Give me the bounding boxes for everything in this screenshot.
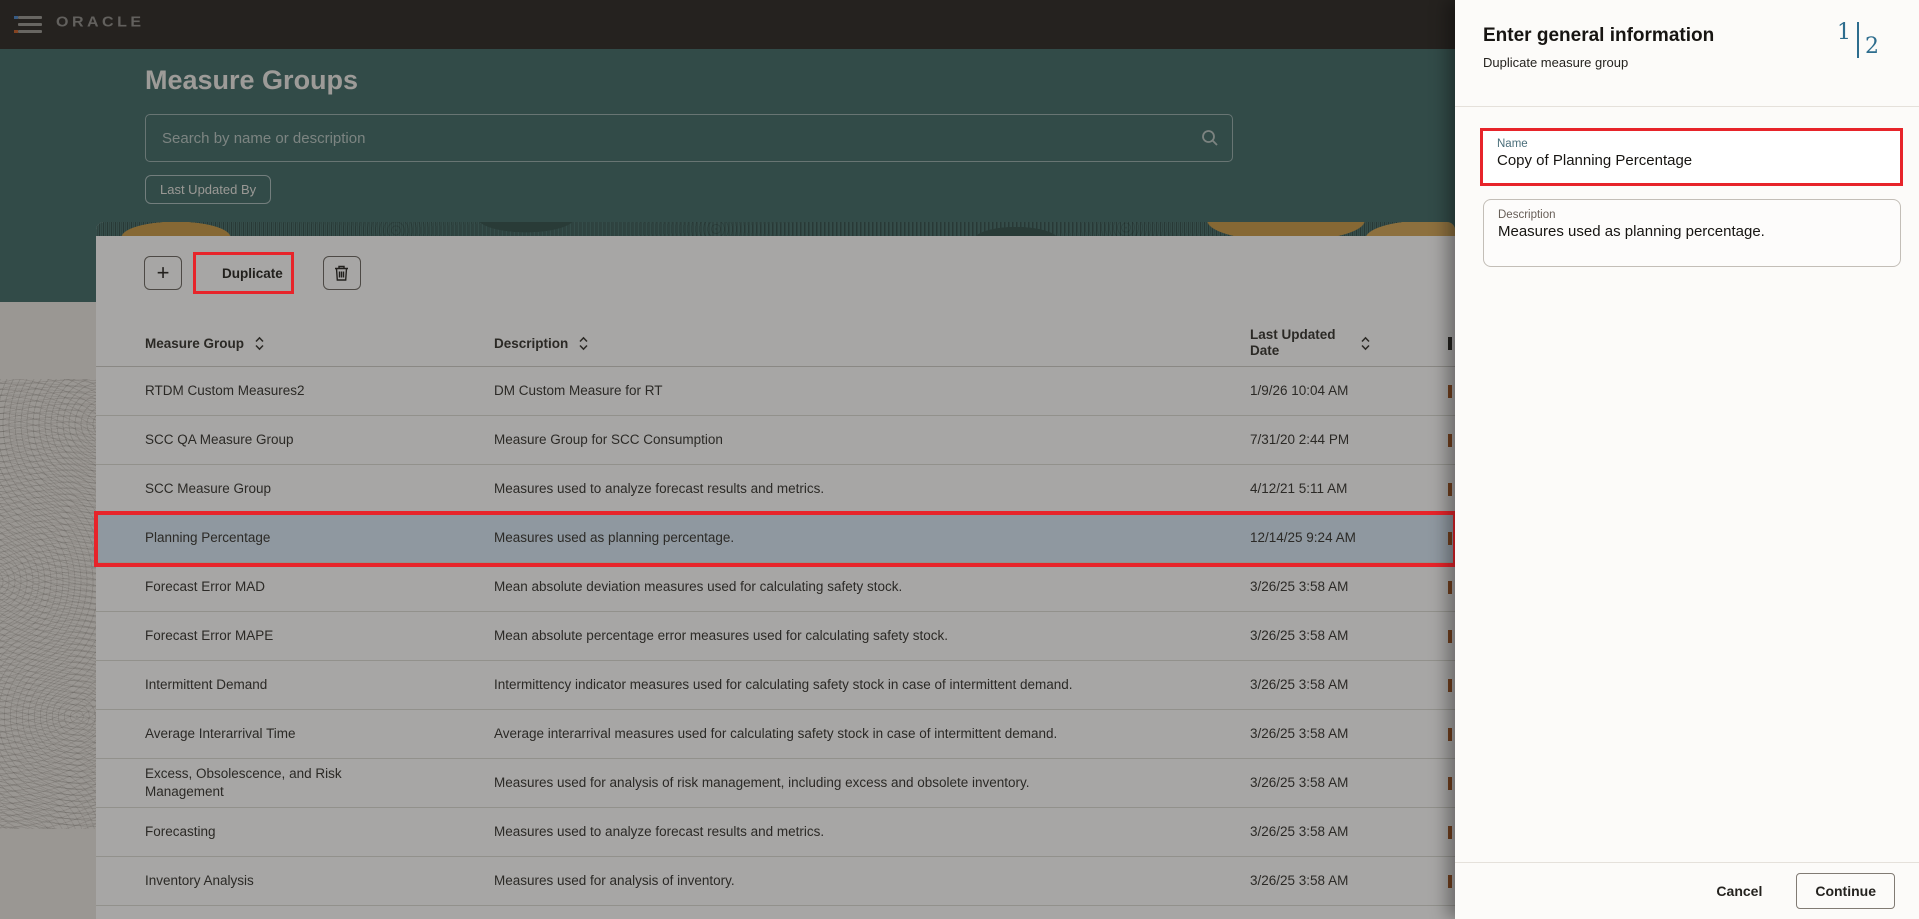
modal-scrim bbox=[0, 0, 1455, 919]
drawer-footer: Cancel Continue bbox=[1455, 862, 1919, 919]
drawer-header: Enter general information Duplicate meas… bbox=[1455, 0, 1919, 107]
drawer-subtitle: Duplicate measure group bbox=[1483, 55, 1629, 70]
step-total: 2 bbox=[1865, 34, 1879, 59]
description-field[interactable]: Description Measures used as planning pe… bbox=[1483, 199, 1901, 267]
step-current: 1 bbox=[1837, 20, 1851, 45]
drawer-title: Enter general information bbox=[1483, 25, 1715, 46]
description-field-label: Description bbox=[1498, 209, 1556, 221]
name-field-value[interactable]: Copy of Planning Percentage bbox=[1497, 152, 1886, 169]
name-field[interactable]: Name Copy of Planning Percentage bbox=[1480, 128, 1903, 186]
cancel-button[interactable]: Cancel bbox=[1716, 883, 1762, 899]
step-indicator: 1 2 bbox=[1835, 18, 1887, 70]
continue-button[interactable]: Continue bbox=[1796, 873, 1895, 909]
name-field-label: Name bbox=[1497, 138, 1528, 150]
step-divider bbox=[1857, 22, 1859, 58]
description-field-value[interactable]: Measures used as planning percentage. bbox=[1498, 223, 1886, 240]
